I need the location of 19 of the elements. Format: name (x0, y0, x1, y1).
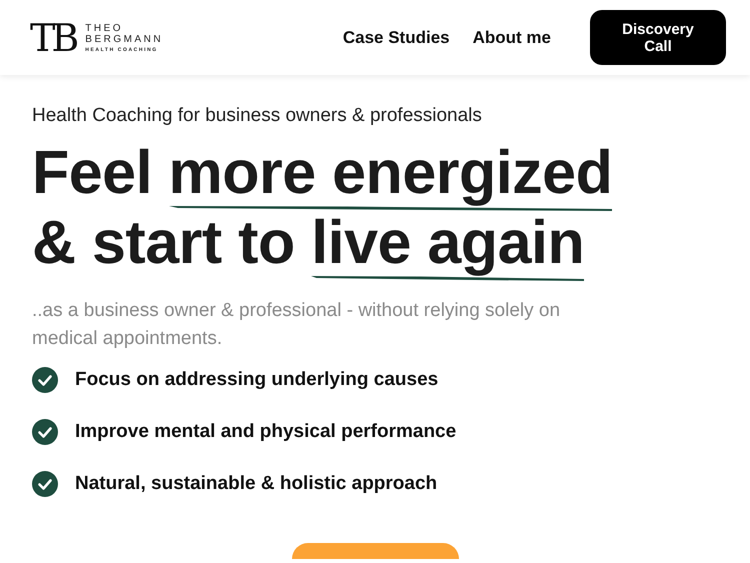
check-icon (32, 419, 58, 445)
logo-monogram: TB (30, 18, 77, 56)
check-icon (32, 471, 58, 497)
benefit-text: Improve mental and physical performance (75, 421, 456, 443)
benefit-text: Focus on addressing underlying causes (75, 369, 438, 391)
logo-name: BERGMANN (85, 34, 164, 44)
logo-name: THEO (85, 22, 124, 34)
benefit-text: Natural, sustainable & holistic approach (75, 473, 438, 495)
nav-link[interactable]: About me (472, 28, 551, 48)
discovery-call-button[interactable]: Discovery Call (590, 10, 726, 65)
call-to-action-button[interactable] (292, 543, 459, 559)
headline-text: & start to (32, 207, 296, 277)
eyebrow-text: Health Coaching for business owners & professionals (32, 105, 483, 127)
nav-link[interactable]: Case Studies (342, 28, 450, 48)
check-icon (32, 367, 58, 393)
headline-text: Feel (32, 137, 154, 207)
headline-highlight: live again (311, 207, 584, 277)
subtitle-text: ..as a business owner & professional - without relying solely on medical appointments. (32, 299, 562, 351)
headline-highlight: more energized (168, 137, 612, 207)
